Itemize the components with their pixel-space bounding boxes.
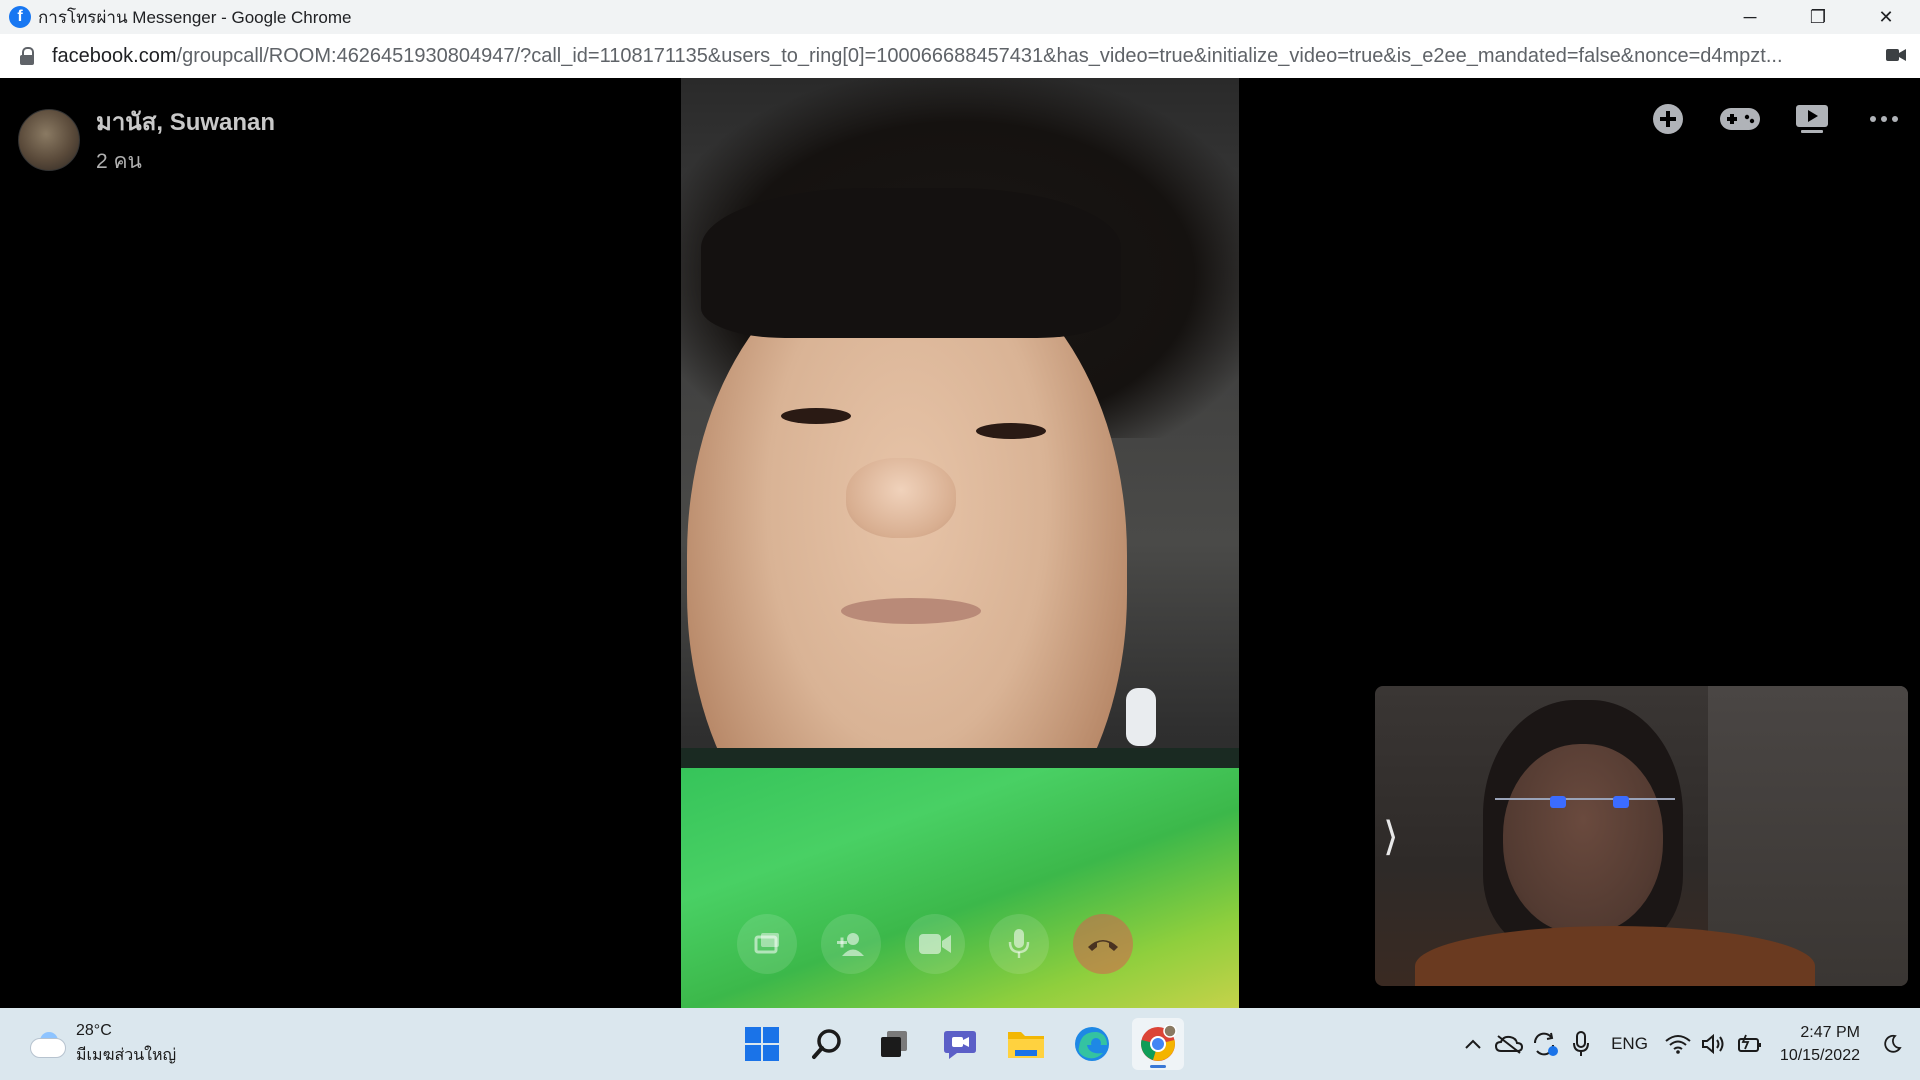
camera-button[interactable] (905, 914, 965, 974)
microphone-tray-button[interactable] (1563, 1024, 1599, 1064)
chrome-icon (1141, 1025, 1177, 1061)
battery-button[interactable] (1732, 1024, 1768, 1064)
chrome-button[interactable] (1132, 1018, 1184, 1070)
clock-date: 10/15/2022 (1779, 1046, 1860, 1064)
windows-start-icon (745, 1027, 779, 1061)
more-icon (1870, 116, 1898, 122)
collapse-self-view-button[interactable]: ⟩ (1383, 814, 1399, 860)
teams-chat-icon (944, 1031, 976, 1059)
volume-icon (1701, 1033, 1724, 1055)
lock-icon[interactable] (20, 47, 34, 65)
taskbar-apps (736, 1018, 1184, 1070)
restore-button[interactable]: ❐ (1784, 0, 1852, 34)
system-tray: ENG 2:47 PM 10/15/2022 (1455, 1008, 1920, 1080)
focus-assist-button[interactable] (1874, 1024, 1910, 1064)
top-actions (1632, 98, 1920, 140)
close-button[interactable]: ✕ (1852, 0, 1920, 34)
start-button[interactable] (736, 1018, 788, 1070)
clock-time: 2:47 PM (1800, 1023, 1860, 1041)
weather-widget[interactable]: 28°C มีเมฆส่วนใหญ่ (26, 1022, 176, 1068)
wifi-icon (1665, 1035, 1691, 1054)
add-person-button[interactable] (821, 914, 881, 974)
call-title: มานัส, Suwanan (96, 109, 276, 136)
moon-icon (1884, 1034, 1902, 1053)
remote-video (681, 78, 1239, 1008)
facebook-icon: f (9, 6, 31, 28)
file-explorer-icon (1008, 1032, 1044, 1058)
edge-button[interactable] (1066, 1018, 1118, 1070)
more-button[interactable] (1848, 98, 1920, 140)
avatar[interactable] (18, 109, 80, 171)
show-hidden-icons-button[interactable] (1455, 1024, 1491, 1064)
call-controls (737, 914, 1133, 974)
taskbar: 28°C มีเมฆส่วนใหญ่ ENG 2:47 PM 10/15/202… (0, 1008, 1920, 1080)
browser-title-bar: f การโทรผ่าน Messenger - Google Chrome ─… (0, 0, 1920, 34)
participant-count: 2 คน (96, 150, 142, 173)
onedrive-button[interactable] (1491, 1024, 1527, 1064)
end-call-icon (1088, 940, 1118, 951)
share-screen-icon (754, 933, 779, 954)
battery-charging-icon (1737, 1034, 1761, 1052)
search-icon (812, 1029, 841, 1059)
task-view-button[interactable] (868, 1018, 920, 1070)
edge-icon (1075, 1027, 1109, 1061)
onedrive-offline-icon (1495, 1035, 1524, 1054)
watch-together-button[interactable] (1776, 98, 1848, 140)
task-view-icon (881, 1031, 907, 1057)
clock[interactable]: 2:47 PM 10/15/2022 (1780, 1024, 1860, 1065)
camera-in-use-icon[interactable] (1886, 48, 1906, 62)
call-header: มานัส, Suwanan 2 คน (18, 102, 275, 178)
minimize-button[interactable]: ─ (1716, 0, 1784, 34)
camera-icon (919, 934, 951, 954)
chevron-up-icon (1465, 1039, 1481, 1049)
add-icon (1653, 104, 1683, 134)
watch-together-icon (1796, 105, 1828, 133)
add-person-icon (837, 933, 864, 956)
file-explorer-button[interactable] (1000, 1018, 1052, 1070)
end-call-button[interactable] (1073, 914, 1133, 974)
weather-description: มีเมฆส่วนใหญ่ (76, 1047, 177, 1064)
sync-icon (1534, 1032, 1559, 1056)
cloudy-weather-icon (26, 1032, 66, 1058)
game-controller-icon (1720, 108, 1760, 130)
input-language-button[interactable]: ENG (1611, 1034, 1648, 1054)
search-button[interactable] (802, 1018, 854, 1070)
window-controls: ─ ❐ ✕ (1716, 0, 1920, 34)
microphone-icon (1008, 929, 1030, 958)
address-bar[interactable]: facebook.com/groupcall/ROOM:462645193080… (0, 34, 1920, 79)
microphone-icon (1573, 1031, 1590, 1056)
weather-temperature: 28°C (76, 1022, 112, 1039)
games-button[interactable] (1704, 98, 1776, 140)
url-path: /groupcall/ROOM:4626451930804947/?call_i… (176, 44, 1783, 67)
share-screen-button[interactable] (737, 914, 797, 974)
window-title: การโทรผ่าน Messenger - Google Chrome (38, 7, 352, 27)
url-host: facebook.com (52, 44, 177, 67)
volume-button[interactable] (1696, 1024, 1732, 1064)
wifi-button[interactable] (1660, 1024, 1696, 1064)
add-button[interactable] (1632, 98, 1704, 140)
url-field[interactable]: facebook.com/groupcall/ROOM:462645193080… (52, 45, 1872, 68)
sync-button[interactable] (1527, 1024, 1563, 1064)
chat-button[interactable] (934, 1018, 986, 1070)
microphone-button[interactable] (989, 914, 1049, 974)
self-video[interactable]: ⟩ (1375, 686, 1908, 986)
call-area: มานัส, Suwanan 2 คน ⟩ (0, 78, 1920, 1008)
